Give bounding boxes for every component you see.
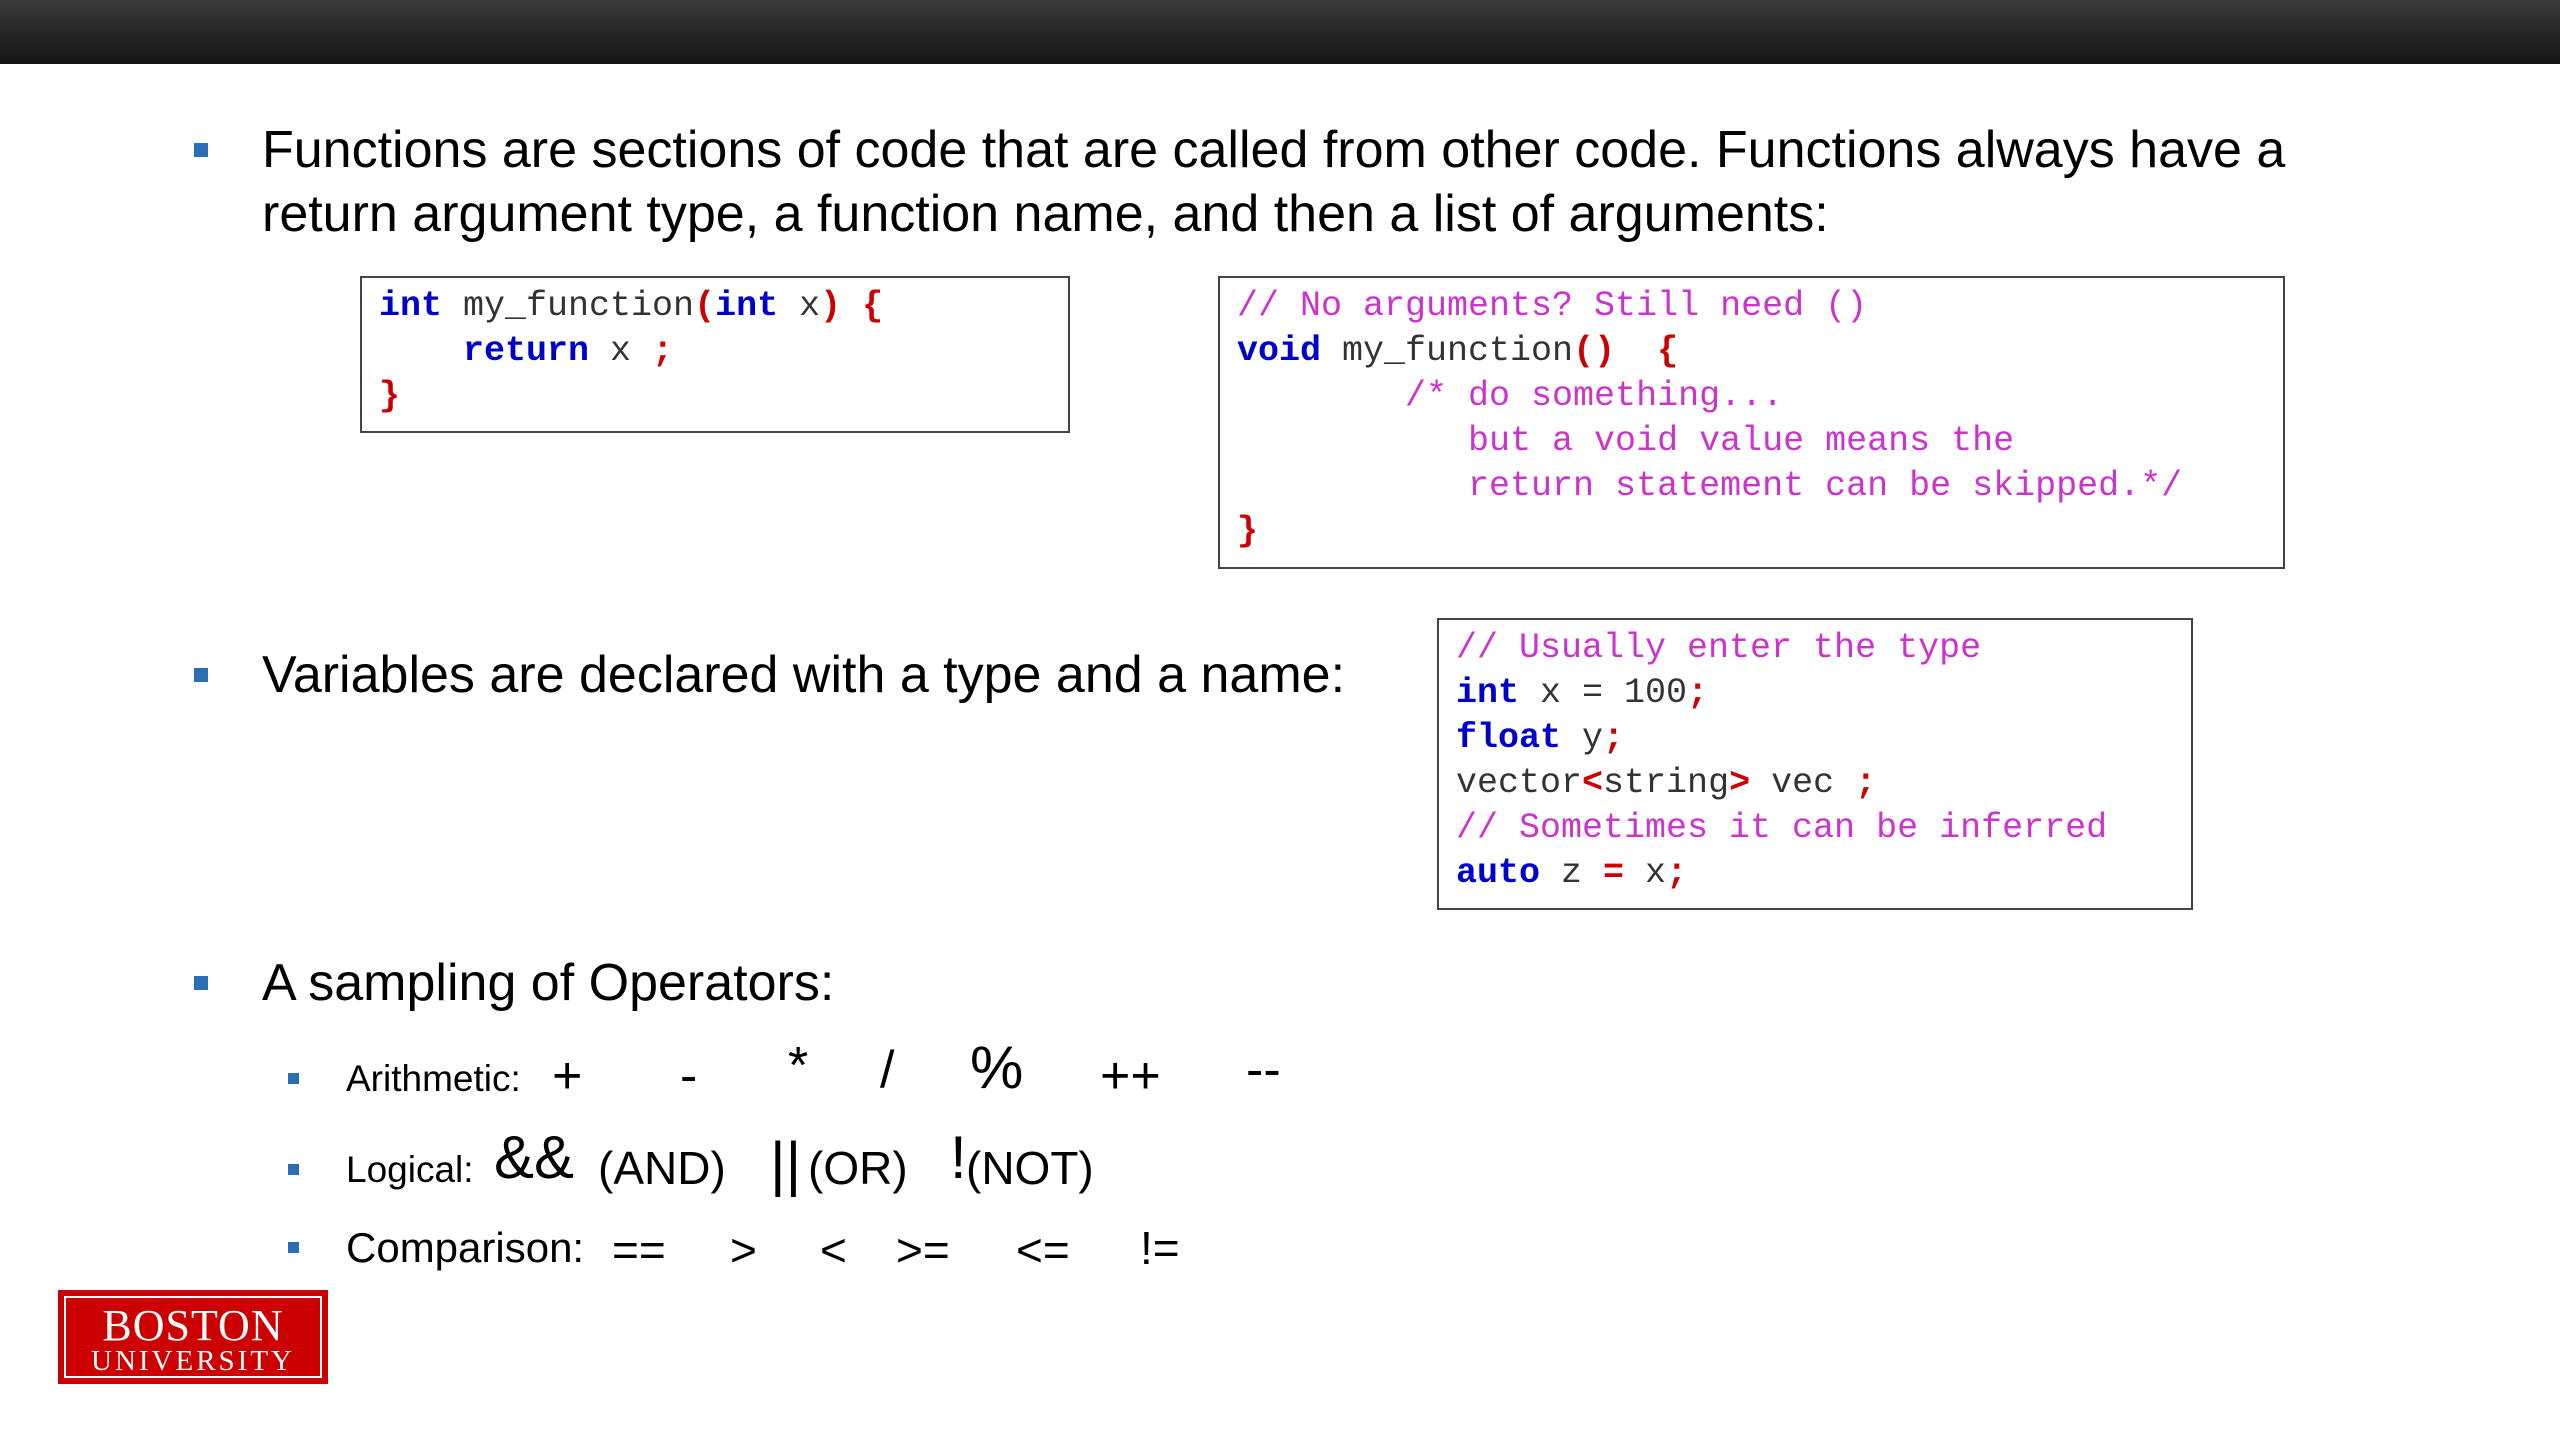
- bullet-marker: [194, 976, 208, 990]
- code-token: /* do something...: [1237, 376, 1784, 416]
- code-token: vec: [1750, 763, 1856, 803]
- operator-greater-equal: >=: [896, 1224, 950, 1276]
- comparison-label: Comparison:: [346, 1224, 585, 1271]
- code-token: my_function: [1321, 331, 1574, 371]
- code-token: float: [1456, 718, 1562, 758]
- code-box-variables-example: // Usually enter the type int x = 100; flo…: [1437, 618, 2193, 910]
- code-token: ;: [1855, 763, 1877, 803]
- code-token: x = 100: [1519, 673, 1688, 713]
- code-line: return statement can be skipped.*/: [1237, 464, 2266, 509]
- code-token: {: [1615, 331, 1679, 371]
- code-token: string: [1603, 763, 1730, 803]
- code-line: but a void value means the: [1237, 419, 2266, 464]
- code-token: {: [841, 286, 884, 326]
- code-token: vector: [1456, 763, 1583, 803]
- operator-not-text: (NOT): [966, 1142, 1094, 1194]
- code-token: int: [379, 286, 443, 326]
- operator-greater: >: [730, 1224, 757, 1276]
- code-token: // Sometimes it can be inferred: [1456, 808, 2108, 848]
- bullet-marker: [194, 668, 208, 682]
- code-token: return: [463, 331, 590, 371]
- operator-modulo: %: [970, 1034, 1024, 1101]
- operator-or-text: (OR): [808, 1142, 908, 1194]
- code-line: // Usually enter the type: [1456, 626, 2174, 671]
- code-token: ;: [652, 331, 674, 371]
- code-line: void my_function() {: [1237, 329, 2266, 374]
- code-token: int: [1456, 673, 1520, 713]
- functions-text-line1: Functions are sections of code that are …: [262, 121, 2286, 179]
- operator-or-symbol: ||: [770, 1130, 802, 1197]
- sub-bullet-marker: [288, 1164, 299, 1175]
- code-token: my_function: [442, 286, 695, 326]
- code-token: // No arguments? Still need (): [1237, 286, 1868, 326]
- code-token: x: [778, 286, 821, 326]
- functions-text-line2: return argument type, a function name, a…: [262, 185, 1829, 243]
- code-line: float y;: [1456, 716, 2174, 761]
- code-token: ): [820, 286, 842, 326]
- code-line: return x ;: [379, 329, 1051, 374]
- code-line: }: [1237, 509, 2266, 554]
- code-line: }: [379, 374, 1051, 419]
- code-token: z: [1540, 853, 1604, 893]
- operator-equal: ==: [612, 1224, 666, 1276]
- operator-not-equal: !=: [1140, 1222, 1180, 1274]
- code-token: auto: [1456, 853, 1541, 893]
- operator-less: <: [820, 1224, 847, 1276]
- code-line: int my_function(int x) {: [379, 284, 1051, 329]
- logo-line-university: UNIVERSITY: [91, 1345, 295, 1377]
- sub-bullet-marker: [288, 1242, 299, 1253]
- code-token: ;: [1603, 718, 1625, 758]
- boston-university-logo: BOSTON UNIVERSITY: [58, 1290, 328, 1384]
- code-box-function-example: int my_function(int x) { return x ;}: [360, 276, 1070, 433]
- arithmetic-label: Arithmetic:: [346, 1058, 521, 1099]
- code-token: (): [1573, 331, 1616, 371]
- operators-heading: A sampling of Operators:: [262, 954, 835, 1012]
- code-token: but a void value means the: [1237, 421, 2015, 461]
- code-token: y: [1561, 718, 1604, 758]
- operator-divide: /: [880, 1041, 895, 1099]
- operator-plus: +: [552, 1047, 583, 1105]
- code-token: =: [1603, 853, 1625, 893]
- variables-text: Variables are declared with a type and a…: [262, 646, 1346, 704]
- slide-header-bar: [0, 0, 2560, 64]
- code-line: // No arguments? Still need (): [1237, 284, 2266, 329]
- code-token: }: [379, 376, 401, 416]
- code-box-void-example: // No arguments? Still need () void my_fu…: [1218, 276, 2285, 569]
- code-token: x: [1624, 853, 1667, 893]
- code-token: void: [1237, 331, 1322, 371]
- operator-not-symbol: !: [950, 1124, 967, 1191]
- code-line: vector<string> vec ;: [1456, 761, 2174, 806]
- bullet-marker: [194, 143, 208, 157]
- code-token: int: [715, 286, 779, 326]
- operator-decrement: --: [1246, 1041, 1281, 1099]
- code-line: int x = 100;: [1456, 671, 2174, 716]
- code-token: >: [1729, 763, 1751, 803]
- code-token: <: [1582, 763, 1604, 803]
- code-token: (: [694, 286, 716, 326]
- operator-less-equal: <=: [1016, 1224, 1070, 1276]
- code-line: // Sometimes it can be inferred: [1456, 806, 2174, 851]
- logical-label: Logical:: [346, 1149, 474, 1190]
- code-token: // Usually enter the type: [1456, 628, 1982, 668]
- operator-and-text: (AND): [598, 1142, 726, 1194]
- operator-multiply: *: [788, 1037, 809, 1095]
- code-line: /* do something...: [1237, 374, 2266, 419]
- logo-line-boston: BOSTON: [102, 1301, 284, 1350]
- sub-bullet-marker: [288, 1073, 299, 1084]
- code-line: auto z = x;: [1456, 851, 2174, 896]
- code-token: ;: [1687, 673, 1709, 713]
- operator-minus: -: [680, 1047, 698, 1105]
- code-token: return statement can be skipped.*/: [1237, 466, 2183, 506]
- operator-increment: ++: [1100, 1047, 1161, 1105]
- code-token: }: [1237, 511, 1259, 551]
- code-token: ;: [1666, 853, 1688, 893]
- operator-and-symbol: &&: [494, 1124, 575, 1191]
- code-token: x: [589, 331, 653, 371]
